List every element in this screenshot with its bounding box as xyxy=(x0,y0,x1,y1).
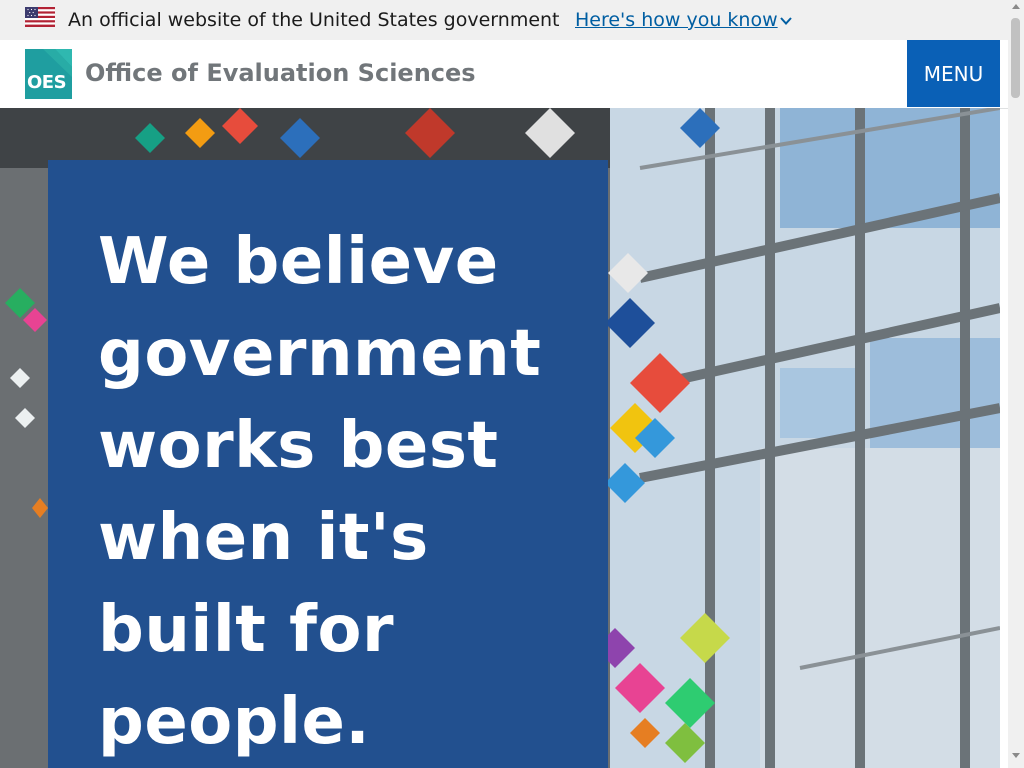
chevron-down-icon xyxy=(779,16,792,25)
scroll-thumb[interactable] xyxy=(1011,18,1020,98)
site-title[interactable]: Office of Evaluation Sciences xyxy=(85,59,476,87)
scroll-up-arrow-icon[interactable] xyxy=(1012,4,1020,9)
menu-button[interactable]: MENU xyxy=(907,40,1000,107)
logo-text: OES xyxy=(27,72,67,93)
site-header: OES Office of Evaluation Sciences MENU xyxy=(0,40,1008,109)
heres-how-you-know-label: Here's how you know xyxy=(575,9,778,31)
oes-logo[interactable]: OES xyxy=(25,49,72,99)
hero-heading: We believe government works best when it… xyxy=(98,225,542,759)
us-flag-icon xyxy=(25,7,55,27)
heres-how-you-know-link[interactable]: Here's how you know xyxy=(575,9,792,31)
scroll-down-arrow-icon[interactable] xyxy=(1012,753,1020,758)
gov-banner: An official website of the United States… xyxy=(0,0,1008,40)
hero-card: We believe government works best when it… xyxy=(48,160,608,768)
hero-section: We believe government works best when it… xyxy=(0,108,1000,768)
gov-banner-text: An official website of the United States… xyxy=(68,9,560,31)
page-scrollbar[interactable] xyxy=(1008,0,1024,768)
